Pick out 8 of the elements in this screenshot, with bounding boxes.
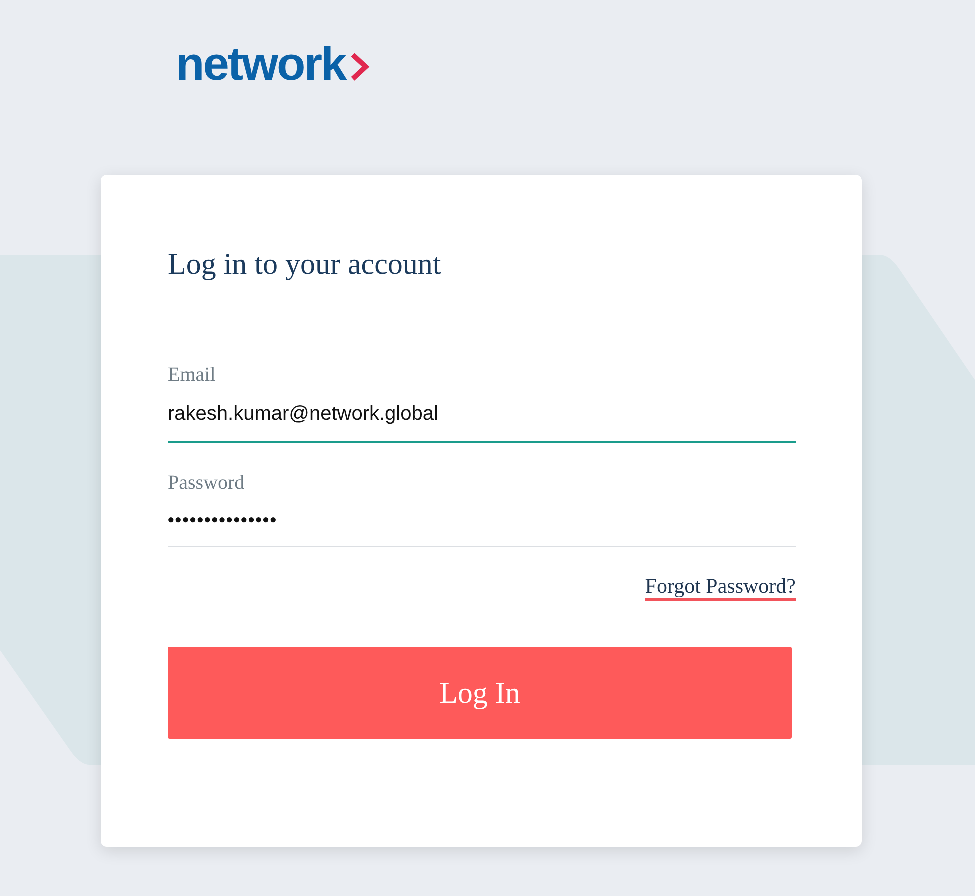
field-label: Password (168, 471, 245, 495)
email-field[interactable]: rakesh.kumar@network.global (168, 395, 796, 443)
form-title: Log in to your account (168, 247, 442, 283)
logo-text: network (176, 40, 346, 87)
password-field[interactable]: ••••••••••••••• (168, 503, 796, 547)
field-label: Email (168, 363, 216, 387)
forgot-password-link[interactable]: Forgot Password? (645, 575, 796, 602)
chevron-icon (350, 52, 370, 82)
